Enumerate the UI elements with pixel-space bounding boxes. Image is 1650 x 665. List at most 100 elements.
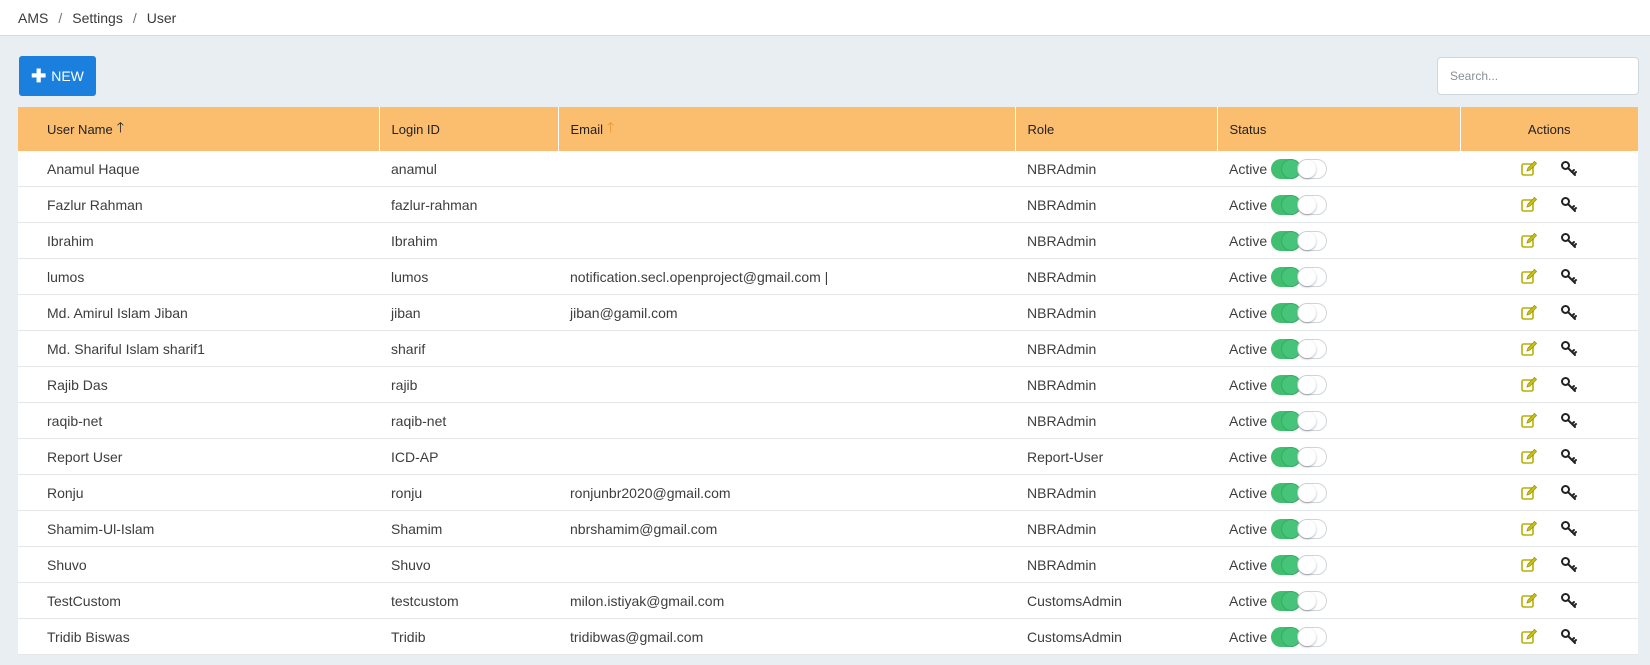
breadcrumb-separator: / [132, 9, 137, 26]
role-cell: CustomsAdmin [1015, 582, 1217, 619]
edit-icon[interactable] [1520, 592, 1538, 610]
column-header-email[interactable]: Email 🡑 [558, 107, 1016, 151]
login-id-cell: Tridib [379, 618, 558, 655]
role-cell: NBRAdmin [1015, 222, 1217, 259]
key-icon[interactable] [1560, 520, 1578, 538]
actions-cell [1460, 366, 1638, 403]
edit-icon[interactable] [1520, 196, 1538, 214]
status-toggle-secondary[interactable] [1297, 266, 1328, 287]
new-user-button[interactable]: ✚ NEW [19, 56, 96, 96]
status-label: Active [1229, 628, 1268, 645]
status-cell: Active [1217, 618, 1460, 655]
status-toggle-secondary[interactable] [1297, 482, 1328, 503]
table-header-row: User Name 🡑 Login ID Email 🡑 Role Status… [18, 107, 1638, 151]
login-id-cell: testcustom [379, 582, 558, 619]
status-toggle-secondary[interactable] [1297, 446, 1328, 467]
email-cell: tridibwas@gmail.com [558, 618, 1015, 655]
role-cell: NBRAdmin [1015, 186, 1217, 223]
login-id-cell: jiban [379, 294, 558, 331]
status-toggle-secondary[interactable] [1297, 410, 1328, 431]
table-row: Md. Amirul Islam Jiban jiban jiban@gamil… [18, 294, 1638, 331]
column-header-login-id[interactable]: Login ID [379, 107, 559, 151]
edit-icon[interactable] [1520, 556, 1538, 574]
status-toggle-secondary[interactable] [1297, 338, 1328, 359]
status-label: Active [1229, 592, 1268, 609]
key-icon[interactable] [1560, 448, 1578, 466]
actions-cell [1460, 510, 1638, 547]
key-icon[interactable] [1560, 412, 1578, 430]
email-cell [558, 546, 1015, 583]
column-header-user-name[interactable]: User Name 🡑 [18, 107, 380, 151]
status-toggle-secondary[interactable] [1297, 554, 1328, 575]
actions-cell [1460, 222, 1638, 259]
edit-icon[interactable] [1520, 448, 1538, 466]
status-toggle-secondary[interactable] [1297, 194, 1328, 215]
role-cell: NBRAdmin [1015, 258, 1217, 295]
email-cell: milon.istiyak@gmail.com [558, 582, 1015, 619]
edit-icon[interactable] [1520, 232, 1538, 250]
breadcrumb-item-ams[interactable]: AMS [18, 10, 48, 26]
sort-ascending-icon: 🡑 [607, 119, 615, 135]
status-toggle-secondary[interactable] [1297, 230, 1328, 251]
edit-icon[interactable] [1520, 412, 1538, 430]
table-row: lumos lumos notification.secl.openprojec… [18, 258, 1638, 295]
search-input[interactable] [1437, 57, 1639, 95]
table-row: Ronju ronju ronjunbr2020@gmail.com NBRAd… [18, 474, 1638, 511]
user-name-cell: Tridib Biswas [18, 618, 379, 655]
key-icon[interactable] [1560, 484, 1578, 502]
role-cell: NBRAdmin [1015, 474, 1217, 511]
key-icon[interactable] [1560, 592, 1578, 610]
email-cell [558, 222, 1015, 259]
key-icon[interactable] [1560, 196, 1578, 214]
status-cell: Active [1217, 366, 1460, 403]
email-cell [558, 438, 1015, 475]
table-row: Shamim-Ul-Islam Shamim nbrshamim@gmail.c… [18, 510, 1638, 547]
key-icon[interactable] [1560, 556, 1578, 574]
status-toggle-secondary[interactable] [1297, 518, 1328, 539]
key-icon[interactable] [1560, 232, 1578, 250]
edit-icon[interactable] [1520, 160, 1538, 178]
key-icon[interactable] [1560, 160, 1578, 178]
key-icon[interactable] [1560, 376, 1578, 394]
key-icon[interactable] [1560, 340, 1578, 358]
breadcrumb-item-settings[interactable]: Settings [72, 10, 123, 26]
user-name-cell: Report User [18, 438, 379, 475]
edit-icon[interactable] [1520, 340, 1538, 358]
login-id-cell: rajib [379, 366, 558, 403]
actions-cell [1460, 546, 1638, 583]
edit-icon[interactable] [1520, 304, 1538, 322]
status-toggle-secondary[interactable] [1297, 374, 1328, 395]
status-toggle-secondary[interactable] [1297, 158, 1328, 179]
actions-cell [1460, 330, 1638, 367]
role-cell: NBRAdmin [1015, 546, 1217, 583]
status-toggle-secondary[interactable] [1297, 626, 1328, 647]
key-icon[interactable] [1560, 304, 1578, 322]
table-row: Fazlur Rahman fazlur-rahman NBRAdmin Act… [18, 186, 1638, 223]
actions-cell [1460, 402, 1638, 439]
status-label: Active [1229, 268, 1268, 285]
key-icon[interactable] [1560, 628, 1578, 646]
role-cell: NBRAdmin [1015, 294, 1217, 331]
login-id-cell: Shuvo [379, 546, 558, 583]
login-id-cell: ronju [379, 474, 558, 511]
status-cell: Active [1217, 258, 1460, 295]
edit-icon[interactable] [1520, 268, 1538, 286]
user-name-cell: lumos [18, 258, 379, 295]
user-name-cell: Anamul Haque [18, 151, 379, 187]
edit-icon[interactable] [1520, 376, 1538, 394]
column-header-status[interactable]: Status [1217, 107, 1461, 151]
breadcrumb: AMS / Settings / User [0, 0, 1650, 36]
edit-icon[interactable] [1520, 628, 1538, 646]
edit-icon[interactable] [1520, 520, 1538, 538]
login-id-cell: lumos [379, 258, 558, 295]
column-header-role[interactable]: Role [1015, 107, 1218, 151]
status-cell: Active [1217, 294, 1460, 331]
email-cell [558, 186, 1015, 223]
key-icon[interactable] [1560, 268, 1578, 286]
actions-cell [1460, 582, 1638, 619]
status-toggle-secondary[interactable] [1297, 590, 1328, 611]
status-toggle-secondary[interactable] [1297, 302, 1328, 323]
edit-icon[interactable] [1520, 484, 1538, 502]
status-label: Active [1229, 448, 1268, 465]
plus-icon: ✚ [31, 66, 47, 86]
